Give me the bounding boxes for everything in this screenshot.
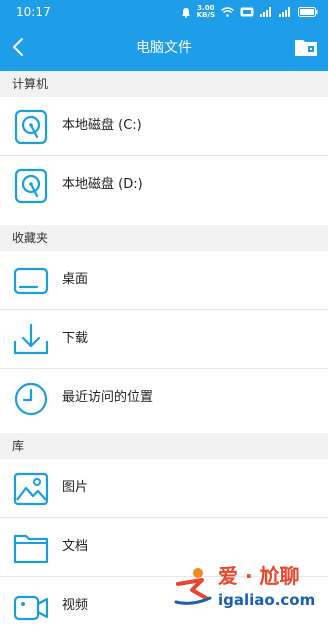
section-library: 库 [0, 433, 328, 459]
picture-icon [13, 472, 49, 506]
status-time: 10:17 [16, 5, 51, 19]
watermark: 爱 · 尬聊 igaliao.com [172, 560, 322, 616]
hard-disk-icon [14, 168, 48, 204]
watermark-url: igaliao.com [218, 591, 316, 609]
list-item-pictures[interactable]: 图片 [0, 459, 328, 518]
watermark-logo-icon [174, 568, 212, 605]
list-item-downloads[interactable]: 下载 [0, 310, 328, 369]
section-label: 收藏夹 [12, 231, 49, 245]
navigation-bar: 电脑文件 [0, 24, 328, 71]
list-item-label: 本地磁盘 (C:) [62, 118, 142, 133]
hd-icon [240, 7, 254, 17]
folder-icon[interactable] [294, 36, 318, 58]
battery-icon [298, 7, 318, 17]
status-bar: 10:17 3.00 KB/S [0, 0, 328, 24]
video-camera-icon [13, 595, 49, 621]
list-item-label: 图片 [62, 480, 89, 495]
list-item-label: 文档 [62, 539, 89, 554]
list-item-label: 最近访问的位置 [62, 390, 154, 405]
page-title: 电脑文件 [136, 40, 192, 56]
clock-icon [14, 382, 48, 416]
list-item-label: 桌面 [62, 272, 89, 287]
alarm-icon [181, 7, 190, 18]
list-item-label: 下载 [62, 331, 89, 346]
list-item-disk-c[interactable]: 本地磁盘 (C:) [0, 97, 328, 156]
list-item-disk-d[interactable]: 本地磁盘 (D:) [0, 156, 328, 215]
list-item-recent[interactable]: 最近访问的位置 [0, 369, 328, 428]
wifi-icon [221, 7, 234, 17]
section-favorites: 收藏夹 [0, 225, 328, 251]
section-label: 计算机 [12, 77, 49, 91]
watermark-title: 爱 · 尬聊 [218, 564, 300, 588]
section-label: 库 [12, 439, 25, 453]
list-item-label: 视频 [62, 598, 89, 613]
folder-icon [13, 534, 49, 564]
list-item-label: 本地磁盘 (D:) [62, 177, 143, 192]
hard-disk-icon [14, 109, 48, 145]
signal-sim1-icon [260, 7, 271, 17]
download-icon [13, 323, 49, 355]
signal-sim2-icon [279, 7, 290, 17]
network-speed: 3.00 KB/S [196, 4, 215, 19]
desktop-icon [13, 267, 49, 295]
app-header: 10:17 3.00 KB/S 电脑文件 [0, 0, 328, 71]
status-icons: 3.00 KB/S [181, 5, 318, 19]
list-item-desktop[interactable]: 桌面 [0, 251, 328, 310]
section-computer: 计算机 [0, 71, 328, 97]
